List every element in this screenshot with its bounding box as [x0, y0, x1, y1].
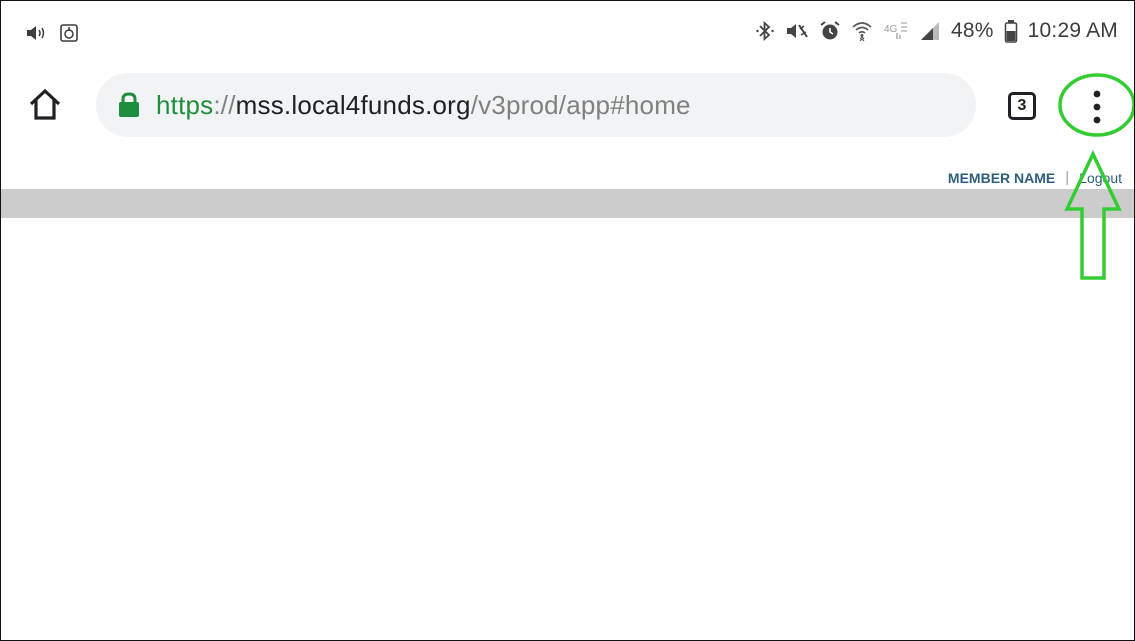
- tab-count: 3: [1017, 97, 1027, 114]
- home-icon: [29, 88, 61, 120]
- home-button[interactable]: [25, 85, 65, 125]
- nav-band: [1, 189, 1134, 218]
- lte-label: 4G: [884, 24, 898, 35]
- member-bar: MEMBER NAME | Logout: [948, 169, 1122, 186]
- lock-icon: [119, 92, 139, 117]
- url-text: https://mss.local4funds.org/v3prod/app#h…: [156, 90, 691, 121]
- signal-icon: [919, 20, 941, 42]
- volume-icon: [25, 23, 47, 43]
- url-host: mss.local4funds.org: [235, 89, 471, 120]
- url-scheme: https: [156, 89, 214, 120]
- screenshot-frame: 4G 48% 10:29 AM https://mss.local4funds.…: [0, 0, 1135, 641]
- member-name-link[interactable]: MEMBER NAME: [948, 170, 1055, 186]
- url-separator: ://: [213, 89, 236, 120]
- browser-toolbar: https://mss.local4funds.org/v3prod/app#h…: [1, 63, 1134, 151]
- page-header: MEMBER NAME | Logout: [1, 151, 1134, 189]
- wifi-icon: [851, 20, 873, 42]
- bluetooth-icon: [755, 20, 775, 42]
- clock: 10:29 AM: [1027, 19, 1118, 42]
- overflow-menu-button[interactable]: [1077, 85, 1117, 129]
- alarm-icon: [819, 20, 841, 42]
- battery-icon: [1004, 19, 1018, 43]
- logout-link[interactable]: Logout: [1079, 170, 1122, 186]
- member-bar-separator: |: [1065, 169, 1070, 186]
- battery-percent: 48%: [951, 19, 994, 42]
- status-bar-right: 4G 48% 10:29 AM: [755, 19, 1118, 43]
- more-vert-icon: [1093, 90, 1101, 124]
- address-bar[interactable]: https://mss.local4funds.org/v3prod/app#h…: [96, 73, 976, 137]
- url-path: /v3prod/app#home: [470, 89, 691, 120]
- status-bar-left: [25, 23, 79, 43]
- status-bar: 4G 48% 10:29 AM: [1, 1, 1134, 63]
- screenshot-icon: [59, 23, 79, 43]
- lte-icon: 4G: [883, 20, 909, 42]
- tab-switcher-button[interactable]: 3: [1008, 92, 1036, 120]
- mute-icon: [785, 20, 809, 42]
